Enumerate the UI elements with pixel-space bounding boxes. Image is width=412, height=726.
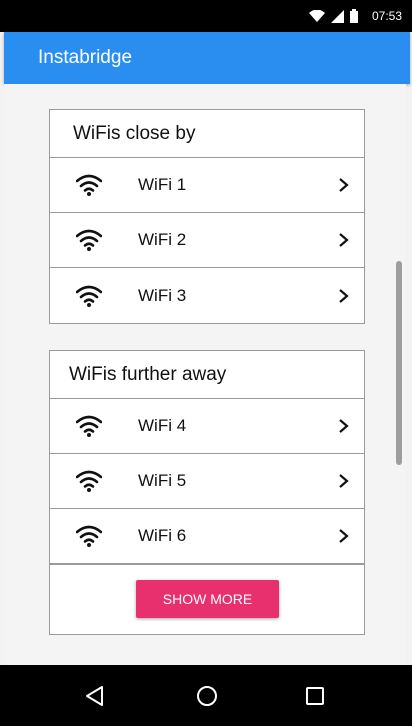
nav-bar bbox=[0, 665, 412, 726]
status-time: 07:53 bbox=[371, 9, 402, 23]
wifi-status-icon bbox=[308, 10, 325, 22]
wifi-name: WiFi 1 bbox=[138, 175, 187, 194]
wifi-icon bbox=[76, 415, 102, 437]
home-icon[interactable] bbox=[194, 683, 220, 709]
battery-icon bbox=[349, 9, 358, 23]
wifi-icon bbox=[76, 174, 102, 196]
wifi-name: WiFi 2 bbox=[138, 230, 187, 249]
wifi-section-close: WiFis close by WiFi 1 WiFi 2 WiFi 3 bbox=[49, 109, 365, 324]
chevron-right-icon bbox=[339, 474, 349, 488]
wifi-icon bbox=[76, 470, 102, 492]
phone-screen: 07:53 Instabridge WiFis close by WiFi 1 bbox=[0, 0, 412, 726]
wifi-list-item[interactable]: WiFi 5 bbox=[50, 454, 364, 509]
chevron-right-icon bbox=[339, 529, 349, 543]
chevron-right-icon bbox=[339, 419, 349, 433]
wifi-list-item[interactable]: WiFi 2 bbox=[50, 213, 364, 268]
back-icon[interactable] bbox=[82, 683, 108, 709]
section-title: WiFis further away bbox=[50, 351, 364, 399]
show-more-container: SHOW MORE bbox=[50, 564, 364, 634]
section-title: WiFis close by bbox=[50, 110, 364, 158]
chevron-right-icon bbox=[339, 233, 349, 247]
app-title: Instabridge bbox=[38, 47, 133, 68]
show-more-button[interactable]: SHOW MORE bbox=[136, 580, 279, 618]
wifi-name: WiFi 5 bbox=[138, 471, 187, 490]
signal-icon bbox=[330, 9, 344, 23]
wifi-list-item[interactable]: WiFi 1 bbox=[50, 158, 364, 213]
chevron-right-icon bbox=[339, 288, 349, 303]
status-icons: 07:53 bbox=[308, 0, 402, 32]
wifi-icon bbox=[76, 525, 102, 547]
app-bar: Instabridge bbox=[4, 32, 410, 84]
scrollbar[interactable] bbox=[396, 261, 402, 465]
wifi-name: WiFi 6 bbox=[138, 526, 187, 545]
wifi-name: WiFi 4 bbox=[138, 416, 187, 435]
content-area[interactable]: WiFis close by WiFi 1 WiFi 2 WiFi 3 WiFi… bbox=[4, 84, 406, 665]
wifi-icon bbox=[76, 229, 102, 251]
wifi-section-further: WiFis further away WiFi 4 WiFi 5 WiFi 6 … bbox=[49, 350, 365, 635]
chevron-right-icon bbox=[339, 178, 349, 192]
wifi-list-item[interactable]: WiFi 4 bbox=[50, 399, 364, 454]
wifi-name: WiFi 3 bbox=[138, 285, 187, 305]
wifi-list-item[interactable]: WiFi 3 bbox=[50, 268, 364, 323]
status-bar: 07:53 bbox=[0, 0, 412, 32]
wifi-icon bbox=[76, 285, 102, 307]
recents-icon[interactable] bbox=[302, 683, 328, 709]
wifi-list-item[interactable]: WiFi 6 bbox=[50, 509, 364, 564]
